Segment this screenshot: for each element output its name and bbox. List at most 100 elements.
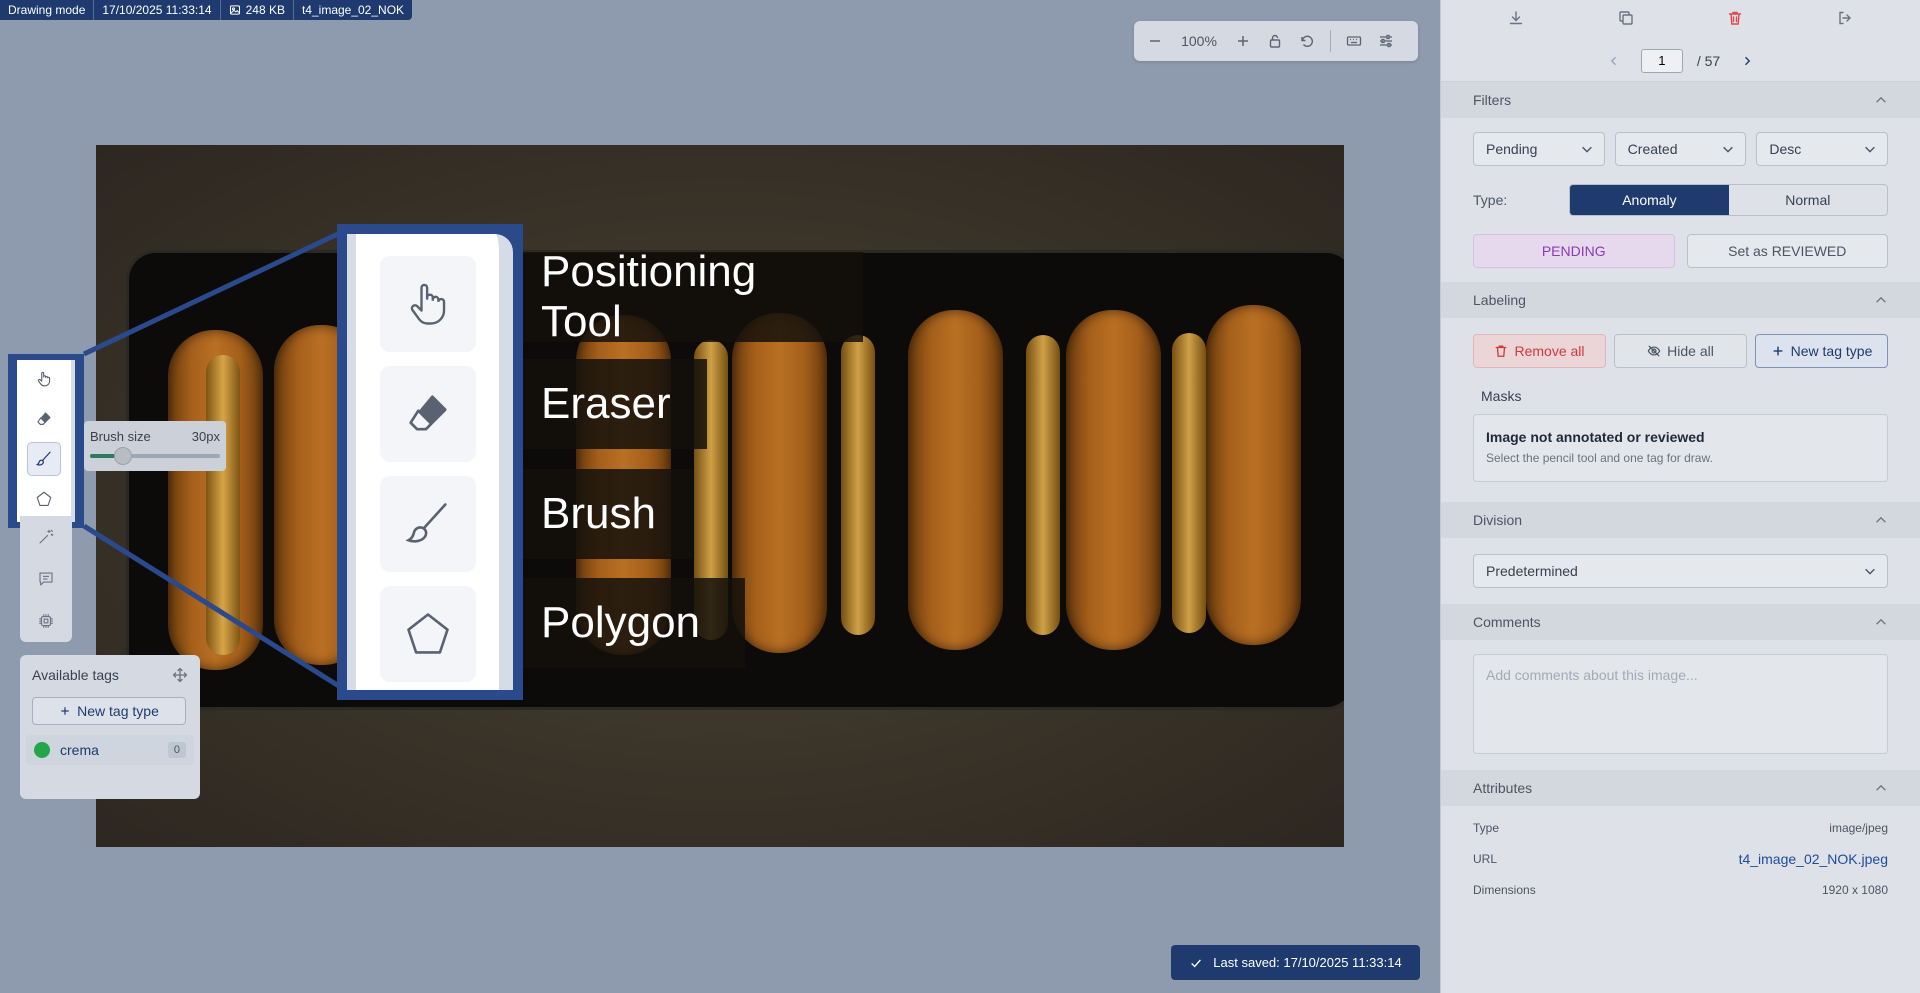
chevron-right-icon (1745, 56, 1751, 65)
callout-brush-tool (379, 476, 476, 572)
comment-tool-button[interactable] (31, 564, 61, 594)
remove-all-button[interactable]: Remove all (1473, 334, 1606, 368)
next-image-button[interactable] (1734, 48, 1760, 74)
tag-color-dot (34, 742, 50, 758)
zoom-toolbar: 100% (1134, 21, 1418, 61)
attributes-section-header[interactable]: Attributes (1441, 770, 1920, 806)
masks-empty-title: Image not annotated or reviewed (1486, 429, 1705, 445)
remove-all-label: Remove all (1514, 343, 1585, 359)
reset-view-button[interactable] (1292, 26, 1322, 56)
hand-pointer-icon (410, 283, 445, 325)
last-saved-toast: Last saved: 17/10/2025 11:33:14 (1171, 945, 1420, 980)
previous-image-button[interactable] (1601, 48, 1627, 74)
labeling-section: Remove all Hide all New tag type Masks I… (1441, 318, 1920, 502)
polygon-tool-button[interactable] (27, 482, 61, 516)
status-timestamp: 17/10/2025 11:33:14 (94, 0, 221, 20)
message-icon (39, 572, 53, 586)
chevron-up-icon (1876, 296, 1886, 303)
image-cookie (908, 310, 1003, 650)
copy-icon (1618, 10, 1633, 25)
new-tag-type-button[interactable]: New tag type (32, 697, 186, 725)
tool-callout (337, 224, 523, 700)
lock-button[interactable] (1260, 26, 1290, 56)
page-number-input[interactable] (1640, 48, 1683, 73)
brush-tool-button[interactable] (27, 442, 61, 476)
type-option-normal[interactable]: Normal (1729, 185, 1887, 215)
download-icon (1509, 10, 1523, 24)
keyboard-shortcuts-button[interactable] (1339, 26, 1369, 56)
attribute-key: Type (1473, 820, 1500, 835)
image-cream (1172, 333, 1206, 633)
new-tag-type-panel-label: New tag type (1790, 343, 1873, 359)
chevron-down-icon (1865, 568, 1875, 575)
keyboard-icon (1346, 36, 1362, 46)
new-tag-type-label: New tag type (77, 703, 159, 719)
pentagon-icon (36, 491, 52, 506)
attributes-section: Type image/jpeg URL t4_image_02_NOK.jpeg… (1441, 806, 1920, 917)
labeling-actions: Remove all Hide all New tag type (1473, 334, 1888, 368)
sort-order-value: Desc (1769, 141, 1802, 157)
chevron-left-icon (1610, 56, 1616, 65)
attribute-value: image/jpeg (1829, 820, 1888, 835)
side-panel: / 57 Filters Pending Created Desc Type: (1440, 0, 1920, 993)
delete-button[interactable] (1727, 10, 1743, 31)
drawing-canvas[interactable]: Drawing mode 17/10/2025 11:33:14 248 KB … (0, 0, 1440, 993)
duplicate-button[interactable] (1618, 10, 1634, 31)
attributes-title: Attributes (1473, 780, 1533, 796)
filters-section-header[interactable]: Filters (1441, 82, 1920, 118)
attribute-key: Dimensions (1473, 882, 1536, 897)
pending-status-button[interactable]: PENDING (1473, 234, 1675, 268)
image-icon (229, 5, 240, 15)
zoom-in-button[interactable] (1228, 26, 1258, 56)
brush-size-value: 30px (191, 429, 220, 444)
division-section: Predetermined (1441, 538, 1920, 604)
status-filename: t4_image_02_NOK (301, 3, 405, 17)
trash-icon (1729, 11, 1742, 25)
sliders-icon (1380, 34, 1392, 48)
brush-size-slider[interactable] (90, 447, 220, 465)
image-url-link[interactable]: t4_image_02_NOK.jpeg (1739, 851, 1888, 867)
new-tag-type-panel-button[interactable]: New tag type (1755, 334, 1888, 368)
pentagon-icon (406, 613, 449, 654)
mode-indicator: Drawing mode (0, 0, 95, 20)
division-section-header[interactable]: Division (1441, 502, 1920, 538)
sort-by-value: Created (1627, 141, 1678, 157)
comments-textarea[interactable]: Add comments about this image... (1473, 654, 1888, 754)
log-out-icon (1839, 11, 1852, 24)
set-reviewed-button[interactable]: Set as REVIEWED (1686, 234, 1888, 268)
division-select[interactable]: Predetermined (1473, 554, 1888, 588)
callout-positioning-tool (379, 256, 476, 352)
hide-all-label: Hide all (1667, 343, 1714, 359)
comments-section: Add comments about this image... (1441, 640, 1920, 770)
zoom-out-button[interactable] (1140, 26, 1170, 56)
positioning-tool-button[interactable] (27, 362, 61, 396)
comments-title: Comments (1473, 614, 1541, 630)
exit-button[interactable] (1837, 10, 1853, 31)
tag-count: 0 (167, 742, 186, 758)
eraser-tool-button[interactable] (27, 402, 61, 436)
download-button[interactable] (1508, 10, 1524, 31)
magic-wand-icon (39, 529, 54, 544)
callout-polygon-tool (379, 586, 476, 682)
chevron-up-icon (1876, 784, 1886, 791)
unlock-icon (1269, 34, 1281, 48)
brush-size-thumb[interactable] (113, 447, 132, 465)
hide-all-button[interactable]: Hide all (1614, 334, 1747, 368)
status-filter-select[interactable]: Pending (1473, 132, 1605, 166)
adjustments-button[interactable] (1371, 26, 1401, 56)
tag-item[interactable]: crema 0 (26, 735, 194, 765)
sort-by-select[interactable]: Created (1614, 132, 1747, 166)
callout-label-polygon: Polygon (523, 578, 745, 668)
sort-order-select[interactable]: Desc (1756, 132, 1889, 166)
labeling-section-header[interactable]: Labeling (1441, 282, 1920, 318)
type-option-anomaly[interactable]: Anomaly (1570, 185, 1729, 215)
eraser-icon (37, 412, 51, 425)
plus-icon (1238, 36, 1248, 46)
magic-wand-tool-button[interactable] (31, 522, 61, 552)
ai-model-tool-button[interactable] (31, 606, 61, 636)
comments-section-header[interactable]: Comments (1441, 604, 1920, 640)
callout-label-brush: Brush (523, 469, 693, 559)
move-icon[interactable] (172, 667, 188, 683)
review-row: PENDING Set as REVIEWED (1473, 234, 1888, 268)
check-icon (1191, 958, 1202, 968)
